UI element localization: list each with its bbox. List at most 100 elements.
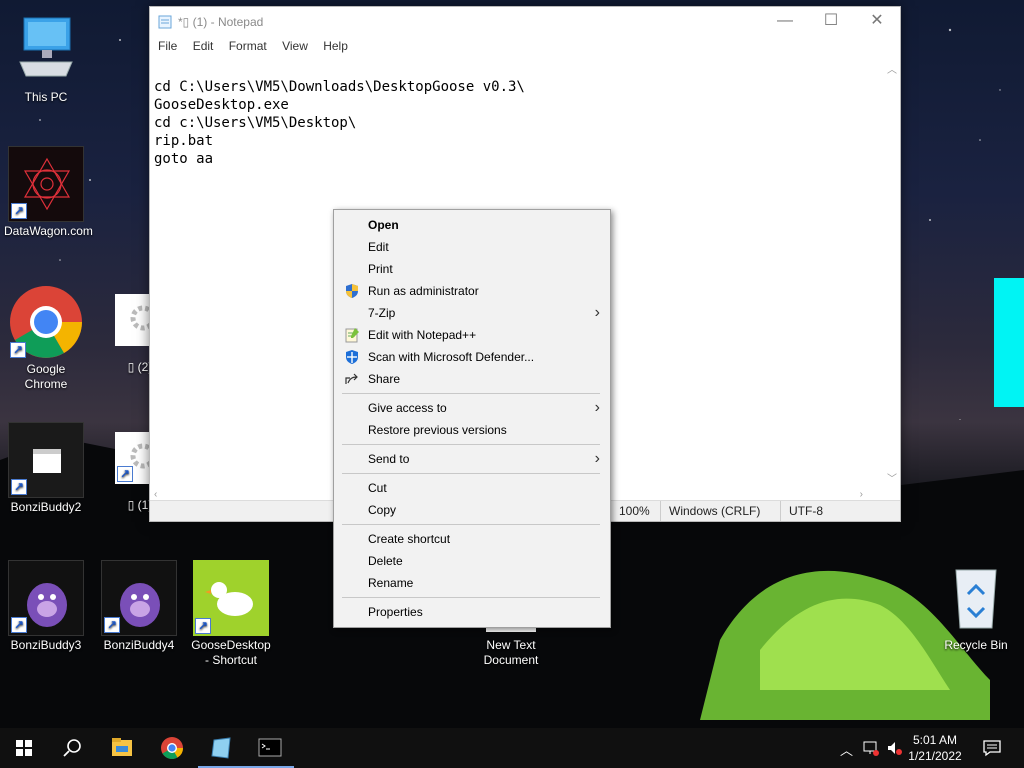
uac-shield-icon [346,284,358,298]
shortcut-arrow-icon: ↗ [10,342,26,358]
close-button[interactable]: ✕ [854,7,900,37]
desktop-icon-label: New Text Document [483,638,539,667]
share-icon [345,373,358,384]
submenu-arrow-icon: › [594,450,600,467]
desktop-icon-bonzibuddy4[interactable]: ↗ BonziBuddy4 [97,560,181,653]
status-zoom: 100% [610,501,660,521]
maximize-button[interactable]: ☐ [808,7,854,37]
menu-item-run-as-administrator[interactable]: Run as administrator [334,280,610,302]
desktop-icon-datawagon[interactable]: ↗ DataWagon.com [4,146,93,239]
menu-item-label: Delete [368,554,403,568]
notification-center-icon[interactable] [982,738,1002,758]
desktop-icon-label: BonziBuddy2 [10,500,82,514]
menu-format[interactable]: Format [225,37,271,55]
shortcut-arrow-icon: ↗ [104,617,120,633]
menu-item-delete[interactable]: Delete [334,550,610,572]
menu-item-label: 7-Zip [368,306,396,320]
menu-item-label: Create shortcut [368,532,451,546]
scroll-right-icon[interactable]: › [860,489,863,500]
search-button[interactable] [48,728,96,768]
scroll-down-icon[interactable]: ﹀ [887,470,897,485]
desktop-icon-google-chrome[interactable]: ↗ Google Chrome [4,284,88,392]
desktop-icon-label: This PC [24,90,68,104]
taskbar-clock[interactable]: 5:01 AM 1/21/2022 [904,732,966,764]
menu-help[interactable]: Help [319,37,352,55]
notepadpp-icon [345,328,359,343]
menu-item-label: Rename [368,576,414,590]
menu-item-open[interactable]: Open [334,214,610,236]
minimize-button[interactable]: — [762,7,808,37]
menu-item-label: Scan with Microsoft Defender... [368,350,535,364]
desktop-icon-label: BonziBuddy3 [10,638,82,652]
menu-item-rename[interactable]: Rename [334,572,610,594]
bonzi-gorilla-icon: ↗ [101,560,177,636]
menu-item-send-to[interactable]: Send to › [334,448,610,470]
menu-item-label: Properties [368,605,423,619]
cyan-edge-widget[interactable] [994,278,1024,407]
menu-item-copy[interactable]: Copy [334,499,610,521]
menu-item-restore-previous-versions[interactable]: Restore previous versions [334,419,610,441]
tray-chevron-up-icon[interactable]: ︿ [840,740,853,759]
menu-item-label: Restore previous versions [368,423,507,437]
desktop-icon-label: GooseDesktop - Shortcut [191,638,271,667]
menu-item-share[interactable]: Share [334,368,610,390]
desktop-icon-bonzibuddy3[interactable]: ↗ BonziBuddy3 [4,560,88,653]
title-bar[interactable]: *▯ (1) - Notepad — ☐ ✕ [150,7,900,37]
desktop-icon-this-pc[interactable]: This PC [4,12,88,105]
menu-edit[interactable]: Edit [189,37,218,55]
menu-separator [342,524,600,525]
windows-start-icon [16,740,32,756]
scroll-left-icon[interactable]: ‹ [154,489,157,500]
network-icon[interactable] [862,739,880,757]
status-encoding: UTF-8 [780,501,900,521]
clock-time: 5:01 AM [912,733,958,747]
menu-item-edit-with-notepadpp[interactable]: Edit with Notepad++ [334,324,610,346]
volume-muted-icon[interactable] [886,739,904,757]
menu-item-edit[interactable]: Edit [334,236,610,258]
defender-icon [346,350,358,364]
menu-item-create-shortcut[interactable]: Create shortcut [334,528,610,550]
desktop-icon-new-text-document[interactable]: New Text Document [469,624,553,668]
notepad-icon [158,15,172,29]
window-title: *▯ (1) - Notepad [178,15,264,29]
status-line-ending: Windows (CRLF) [660,501,780,521]
taskbar-chrome[interactable] [148,728,196,768]
menu-item-label: Give access to [368,401,447,415]
scroll-up-icon[interactable]: ︿ [887,61,897,76]
notepad-icon [211,737,231,759]
start-button[interactable] [0,728,48,768]
taskbar-file-explorer[interactable] [98,728,146,768]
menu-item-label: Share [368,372,401,386]
menu-item-properties[interactable]: Properties [334,601,610,623]
menu-item-label: Send to [368,452,410,466]
menu-item-label: Open [368,218,399,232]
cmd-icon [258,738,282,757]
menu-file[interactable]: File [154,37,181,55]
clock-date: 1/21/2022 [908,749,962,763]
menu-item-scan-with-defender[interactable]: Scan with Microsoft Defender... [334,346,610,368]
shortcut-arrow-icon: ↗ [11,617,27,633]
goose-icon: ↗ [193,560,269,636]
search-icon [63,739,81,757]
vertical-scrollbar[interactable]: ︿ ﹀ [883,59,900,487]
taskbar: ︿ 5:01 AM 1/21/2022 [0,728,1024,768]
taskbar-cmd[interactable] [246,728,294,768]
submenu-arrow-icon: › [594,304,600,321]
desktop-icon-label: Google Chrome [24,362,68,391]
menu-item-label: Cut [368,481,387,495]
menu-separator [342,473,600,474]
desktop-icon-goosedesktop[interactable]: ↗ GooseDesktop - Shortcut [189,560,273,668]
shortcut-arrow-icon: ↗ [11,203,27,219]
desktop-icon-recycle-bin[interactable]: Recycle Bin [934,560,1018,653]
taskbar-notepad[interactable] [198,728,246,768]
menu-item-print[interactable]: Print [334,258,610,280]
menu-bar: File Edit Format View Help [150,37,900,59]
menu-item-give-access-to[interactable]: Give access to › [334,397,610,419]
recycle-bin-icon [938,560,1014,636]
menu-item-cut[interactable]: Cut [334,477,610,499]
menu-view[interactable]: View [278,37,312,55]
menu-item-7zip[interactable]: 7-Zip › [334,302,610,324]
shortcut-arrow-icon: ↗ [11,479,27,495]
desktop-icon-bonzibuddy2[interactable]: ↗ BonziBuddy2 [4,422,88,515]
desktop-icon-label: BonziBuddy4 [103,638,175,652]
